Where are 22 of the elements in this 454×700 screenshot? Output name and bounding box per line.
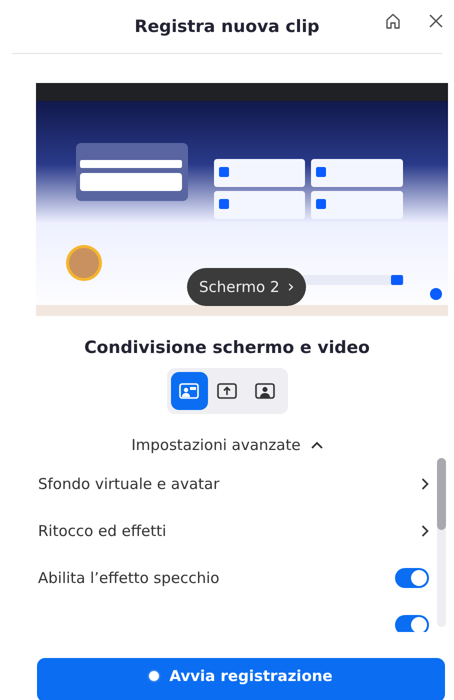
person-frame-icon <box>254 380 276 402</box>
toggle-switch[interactable] <box>395 614 429 632</box>
chevron-right-icon <box>421 524 429 536</box>
chevron-icon: › <box>288 277 294 297</box>
setting-label: Ritocco ed effetti <box>38 522 166 540</box>
setting-label: Sfondo virtuale e avatar <box>38 474 220 492</box>
setting-link-row[interactable]: Sfondo virtuale e avatar <box>38 460 429 507</box>
screen-selector-button[interactable]: Schermo 2 › <box>187 268 306 306</box>
home-icon[interactable] <box>384 12 402 30</box>
upload-box-icon <box>216 380 238 402</box>
start-recording-button[interactable]: Avvia registrazione <box>37 658 445 700</box>
setting-label: Abilita l’effetto specchio <box>38 568 220 586</box>
advanced-settings-toggle[interactable]: Impostazioni avanzate <box>131 436 323 454</box>
window-title: Registra nuova clip <box>134 16 320 36</box>
chevron-right-icon <box>421 478 429 490</box>
screen-camera-icon <box>178 380 200 402</box>
close-icon[interactable] <box>427 12 445 30</box>
setting-link-row[interactable]: Ritocco ed effetti <box>38 507 429 554</box>
section-title: Condivisione schermo e video <box>84 338 370 358</box>
caret-icon <box>310 441 323 449</box>
toggle-switch[interactable] <box>395 568 429 588</box>
scrollbar[interactable] <box>437 458 446 627</box>
